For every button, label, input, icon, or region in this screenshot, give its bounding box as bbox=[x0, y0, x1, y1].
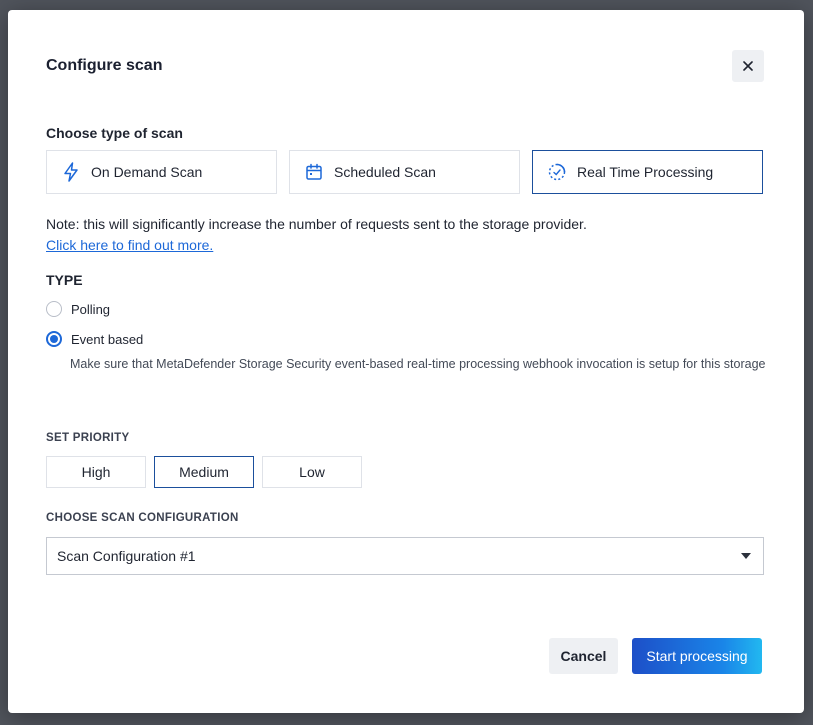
priority-label: SET PRIORITY bbox=[46, 432, 130, 444]
lightning-icon bbox=[61, 162, 81, 182]
realtime-spinner-icon bbox=[547, 162, 567, 182]
start-processing-button[interactable]: Start processing bbox=[632, 638, 762, 674]
scan-type-label-text: Scheduled Scan bbox=[334, 164, 436, 180]
radio-label: Event based bbox=[71, 331, 144, 347]
radio-button[interactable] bbox=[46, 331, 62, 347]
radio-event-based[interactable]: Event based bbox=[46, 331, 143, 347]
scan-type-real-time[interactable]: Real Time Processing bbox=[532, 150, 763, 194]
priority-high-button[interactable]: High bbox=[46, 456, 146, 488]
type-label: TYPE bbox=[46, 272, 83, 288]
calendar-icon bbox=[304, 162, 324, 182]
scan-type-options: On Demand Scan Scheduled Scan Real Time … bbox=[46, 150, 763, 194]
scan-type-label-text: Real Time Processing bbox=[577, 164, 714, 180]
priority-low-button[interactable]: Low bbox=[262, 456, 362, 488]
scan-type-label: Choose type of scan bbox=[46, 125, 183, 141]
scan-config-value: Scan Configuration #1 bbox=[57, 548, 196, 564]
radio-polling[interactable]: Polling bbox=[46, 301, 110, 317]
scan-type-on-demand[interactable]: On Demand Scan bbox=[46, 150, 277, 194]
event-based-helper-text: Make sure that MetaDefender Storage Secu… bbox=[70, 357, 766, 371]
dialog-title: Configure scan bbox=[46, 57, 163, 74]
radio-button[interactable] bbox=[46, 301, 62, 317]
radio-label: Polling bbox=[71, 301, 111, 317]
priority-medium-button[interactable]: Medium bbox=[154, 456, 254, 488]
caret-down-icon bbox=[741, 553, 751, 559]
scan-type-label-text: On Demand Scan bbox=[91, 164, 203, 180]
scan-type-scheduled[interactable]: Scheduled Scan bbox=[289, 150, 520, 194]
close-button[interactable] bbox=[732, 50, 764, 82]
priority-options: High Medium Low bbox=[46, 456, 362, 488]
note-text: Note: this will significantly increase t… bbox=[46, 216, 587, 232]
scan-config-select[interactable]: Scan Configuration #1 bbox=[46, 537, 764, 575]
scan-config-label: CHOOSE SCAN CONFIGURATION bbox=[46, 512, 239, 524]
configure-scan-dialog: Configure scan Choose type of scan On De… bbox=[8, 10, 804, 713]
cancel-button[interactable]: Cancel bbox=[549, 638, 618, 674]
find-out-more-link[interactable]: Click here to find out more. bbox=[46, 237, 213, 253]
close-icon bbox=[743, 61, 753, 71]
